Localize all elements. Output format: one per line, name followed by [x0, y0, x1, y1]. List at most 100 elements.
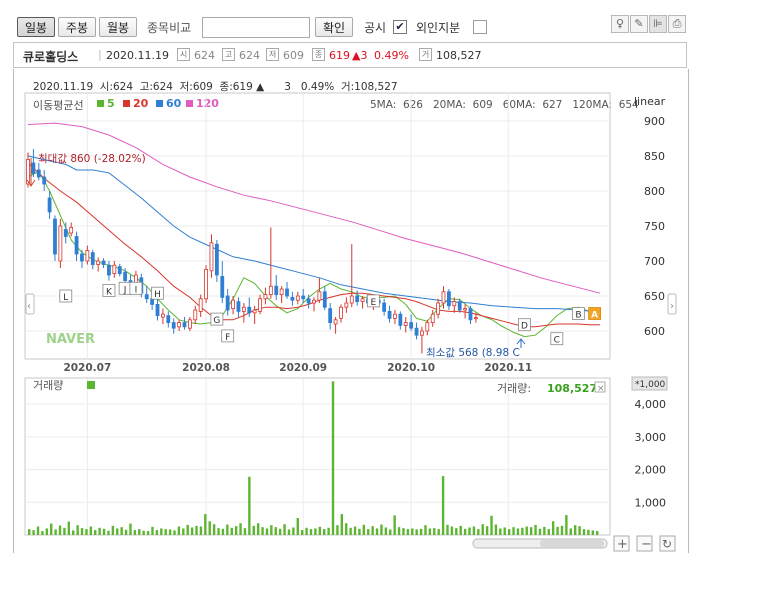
refresh-icon[interactable]: ↻	[662, 537, 672, 551]
volume-bar	[204, 514, 207, 535]
ma-line-5	[27, 170, 601, 338]
candle-body	[393, 313, 397, 319]
volume-bar	[146, 531, 150, 535]
volume-bar	[543, 526, 546, 535]
volume-bar	[212, 524, 216, 535]
right-arrow-icon[interactable]: ›	[670, 301, 674, 312]
candle-body	[58, 225, 63, 262]
volume-bar	[521, 527, 524, 535]
candle-body	[220, 275, 225, 298]
volume-bar	[494, 524, 498, 535]
candle-body	[80, 253, 84, 262]
volume-bar	[397, 527, 401, 535]
scrollbar-thumb[interactable]	[540, 540, 604, 547]
left-arrow-icon[interactable]: ‹	[27, 301, 31, 312]
volume-bar	[323, 529, 326, 535]
candle-body	[107, 264, 111, 276]
candle-body	[101, 260, 106, 265]
event-marker-label: E	[371, 298, 377, 308]
volume-bar	[424, 525, 427, 535]
price-tick-label: 650	[644, 290, 665, 303]
price-tick-label: 850	[644, 150, 665, 163]
candle-body	[441, 291, 446, 304]
volume-swatch	[87, 381, 95, 389]
volume-bar	[186, 524, 189, 535]
zoom-in-icon[interactable]: +	[617, 537, 628, 552]
candle-body	[349, 295, 354, 304]
volume-bar	[336, 525, 339, 535]
volume-bar	[261, 527, 264, 535]
candle-body	[193, 309, 198, 321]
volume-bar	[503, 527, 506, 535]
volume-bar	[168, 529, 172, 535]
volume-bar	[230, 527, 233, 535]
volume-bar	[455, 528, 458, 535]
close-icon[interactable]: ×	[597, 384, 605, 394]
candle-body	[268, 285, 273, 296]
volume-grid	[25, 403, 610, 503]
candle-body	[258, 298, 262, 312]
volume-bar	[477, 529, 480, 535]
volume-bar	[384, 527, 388, 535]
candle-body	[112, 264, 117, 275]
candle-body	[447, 291, 451, 307]
volume-bar	[596, 531, 599, 535]
volume-unit: *1,000	[635, 380, 666, 390]
date-tick-label: 2020.08	[182, 362, 230, 374]
volume-bar	[327, 527, 330, 535]
volume-bar	[274, 527, 277, 535]
volume-bar	[116, 528, 119, 535]
volume-bar	[239, 523, 242, 535]
candle-body	[166, 315, 171, 324]
volume-bar	[36, 526, 40, 535]
volume-bar	[151, 526, 154, 535]
volume-bar	[120, 527, 123, 535]
volume-bar	[512, 527, 515, 535]
volume-bar	[551, 521, 555, 535]
candle-body	[247, 306, 252, 314]
volume-bar	[441, 476, 445, 535]
volume-bar	[411, 528, 414, 535]
volume-bar	[587, 529, 590, 535]
volume-bar	[459, 525, 462, 535]
candle-body	[317, 291, 322, 301]
candle-body	[409, 322, 414, 329]
volume-bar	[252, 525, 255, 535]
volume-bar	[45, 528, 49, 535]
volume-bar	[138, 529, 141, 535]
zoom-out-icon[interactable]: −	[641, 537, 652, 552]
candle-body	[36, 169, 41, 178]
volume-bar	[243, 528, 247, 535]
price-tick-label: 700	[644, 255, 665, 268]
volume-bar	[160, 528, 163, 535]
volume-bar	[72, 530, 75, 535]
volume-bar	[296, 517, 299, 535]
volume-tick-label: 4,000	[635, 398, 667, 411]
candle-body	[403, 322, 408, 326]
event-marker-label: L	[63, 293, 68, 303]
candle-body	[339, 306, 343, 319]
event-marker-label: B	[575, 311, 581, 321]
volume-panel	[24, 377, 611, 536]
volume-bar	[309, 529, 313, 535]
candle-body	[382, 302, 387, 312]
volume-bar	[529, 527, 533, 535]
volume-bar	[507, 529, 511, 535]
volume-tick-label: 1,000	[635, 496, 667, 509]
volume-bar	[490, 515, 493, 535]
candle-body	[263, 294, 268, 300]
volume-bar	[591, 530, 594, 535]
volume-bar	[256, 523, 260, 535]
volume-bar	[367, 529, 370, 535]
candle-body	[355, 295, 360, 302]
candle-body	[295, 295, 300, 301]
candle-body	[123, 271, 128, 282]
candle-body	[187, 319, 192, 329]
volume-bar	[85, 529, 88, 535]
candle-body	[63, 229, 68, 237]
volume-bar	[516, 528, 520, 535]
volume-bar	[569, 528, 572, 535]
volume-bar	[226, 524, 229, 535]
volume-bar	[195, 525, 198, 535]
volume-tick-labels: 4,000 3,000 2,000 1,000	[635, 398, 667, 509]
